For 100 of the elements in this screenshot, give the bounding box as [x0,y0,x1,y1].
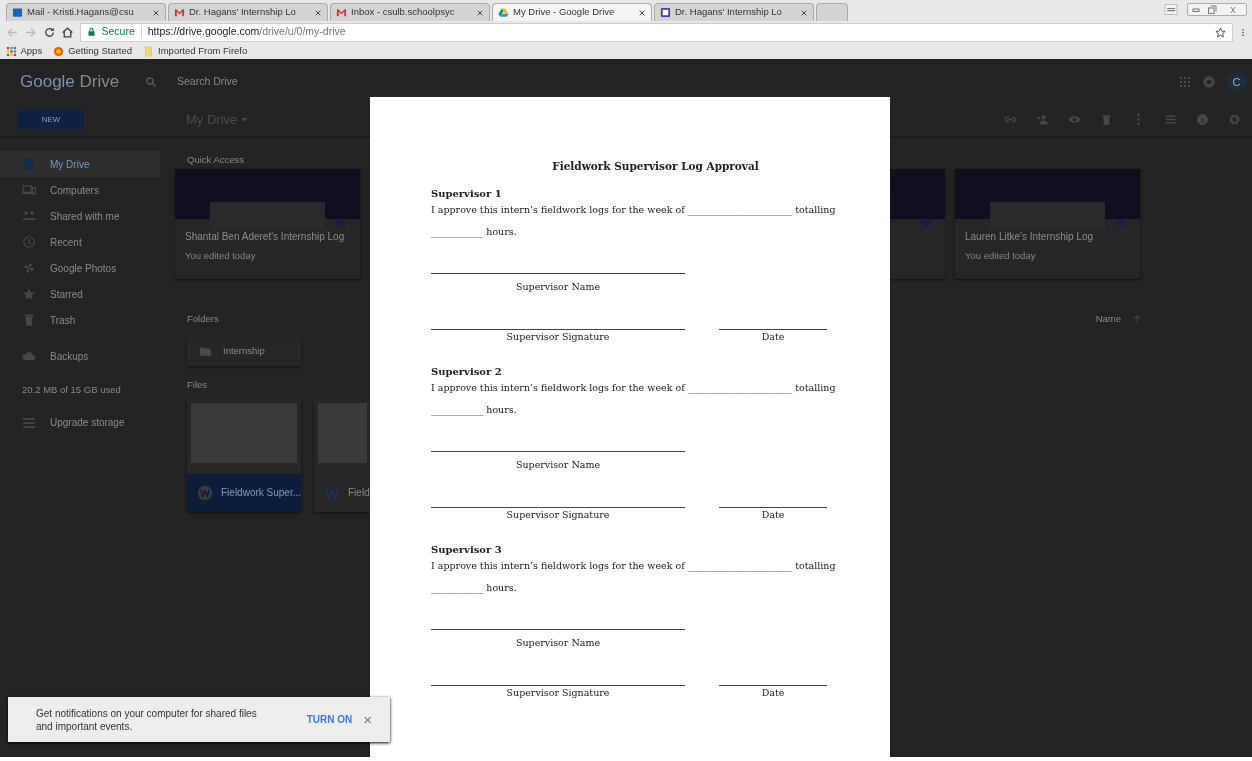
lock-icon [86,27,96,37]
close-icon[interactable] [476,8,484,17]
browser-tab[interactable]: Dr. Hagans' Internship Lo [654,3,814,21]
url-text: https://drive.google.com/drive/u/0/my-drive [147,24,346,40]
address-bar[interactable]: Secure https://drive.google.com/drive/u/0/my-drive [79,22,1233,42]
browser-tab[interactable]: My Drive - Google Drive [492,3,652,21]
field-label: Supervisor Signature [505,685,611,700]
sidebar-item[interactable]: Backups [0,343,160,369]
form-sentence: ___________ hours. [431,582,517,593]
trash-icon [22,313,36,327]
notification-message: Get notifications on your computer for shared files and important events. [36,706,258,733]
close-icon[interactable] [314,8,322,17]
sort-button[interactable]: Name [1095,311,1142,327]
card-title: Shantal Ben Aderet's Internship Log [185,231,345,242]
sidebar-item[interactable]: Recent [0,229,160,255]
fill-in-line[interactable] [431,451,685,453]
document-card[interactable]: Lauren Litke's Internship Log You edited today [955,169,1140,279]
close-button[interactable]: × [363,712,372,727]
square-icon [660,7,671,18]
fill-in-line[interactable] [719,328,827,330]
letter-m-icon [336,7,347,18]
star-icon [22,287,36,301]
new-button[interactable]: NEW [18,109,84,130]
form-sentence: I approve this intern’s fieldwork logs for the week of ______________________ totalling [431,203,836,215]
search-field[interactable]: Search Drive [175,73,565,91]
star-icon[interactable] [1215,26,1226,38]
caret-icon [240,115,250,124]
card-title: Lauren Litke's Internship Log [965,231,1094,242]
section-heading: Supervisor 1 [431,186,503,201]
clock-icon [22,235,36,249]
file-card[interactable]: Field [314,398,371,512]
field-label: Supervisor Name [514,636,601,651]
secure-label: Secure [101,24,135,40]
bookmark[interactable]: Getting Started [53,43,133,59]
field-label: Supervisor Signature [505,329,611,344]
letter-w-icon [197,484,213,501]
home-icon[interactable] [61,25,74,39]
pinwheel-icon [22,261,36,275]
field-label: Date [760,507,786,522]
field-label: Date [760,685,786,700]
browser-tab[interactable]: Inbox - csulb.schoolpsyc [330,3,490,21]
bookmark[interactable]: Imported From Firefo [143,43,248,59]
field-label: Supervisor Signature [505,507,611,522]
turn-on-button[interactable]: TURN ON [306,712,353,727]
section-heading: Supervisor 3 [431,542,503,557]
close-icon[interactable] [638,8,646,17]
envelope-icon [12,7,23,18]
browser-tab[interactable]: Dr. Hagans' Internship Lo [168,3,328,21]
storage-usage: 20.2 MB of 15 GB used [22,383,121,397]
fill-in-line[interactable] [431,684,685,686]
sidebar-item[interactable]: Trash [0,307,160,333]
devices-icon [22,183,36,197]
fill-in-line[interactable] [431,273,685,275]
search-icon[interactable] [145,76,157,88]
folder-item[interactable]: Internship [187,337,301,366]
close-icon[interactable] [152,8,160,17]
fill-in-line[interactable] [431,506,685,508]
card-subtitle: You edited today [185,249,256,261]
document-icon [335,216,347,228]
field-label: Supervisor Name [514,280,601,295]
triangle-icon [498,7,509,18]
form-sentence: ___________ hours. [431,404,517,415]
document-card[interactable]: Shantal Ben Aderet's Internship Log You edited today [175,169,360,279]
file-card[interactable]: Fieldwork Super... [187,398,301,512]
arrow-up-icon [1132,314,1142,324]
file-name: Field [348,486,370,500]
people-icon [22,209,36,223]
form-sentence: ___________ hours. [431,226,517,237]
cloud-icon [22,349,36,363]
reload-icon[interactable] [42,25,56,39]
section-heading: Folders [187,311,219,326]
fill-in-line[interactable] [431,629,685,631]
upgrade-storage-link[interactable]: Upgrade storage [0,409,160,436]
fill-in-line[interactable] [431,328,685,330]
document-icon [920,216,932,228]
list-icon [22,415,36,430]
sidebar-item[interactable]: Shared with me [0,203,160,229]
document-title: Fieldwork Supervisor Log Approval [551,159,760,174]
section-heading: Quick Access [187,153,245,167]
sidebar-item[interactable]: My Drive [0,151,160,177]
document-icon [1115,216,1127,228]
browser-tab[interactable]: Mail - Kristi.Hagans@csu [6,3,166,21]
field-label: Date [760,329,786,344]
section-heading: Files [187,378,208,392]
drive-icon [22,157,36,171]
file-name: Fieldwork Super... [221,486,301,500]
fill-in-line[interactable] [719,684,827,686]
sidebar-item[interactable]: Computers [0,177,160,203]
sidebar-item[interactable]: Starred [0,281,160,307]
bookmark[interactable]: Apps [5,43,43,59]
letter-m-icon [174,7,185,18]
sidebar-item[interactable]: Google Photos [0,255,160,281]
avatar[interactable]: C [1226,72,1247,92]
form-sentence: I approve this intern’s fieldwork logs for the week of ______________________ totalling [431,559,836,571]
close-icon[interactable] [800,8,808,17]
fill-in-line[interactable] [719,506,827,508]
section-heading: Supervisor 2 [431,364,503,379]
grid-icon [5,45,17,57]
form-sentence: I approve this intern’s fieldwork logs for the week of ______________________ totalling [431,381,836,393]
drive-logo: Google Drive [20,71,121,94]
